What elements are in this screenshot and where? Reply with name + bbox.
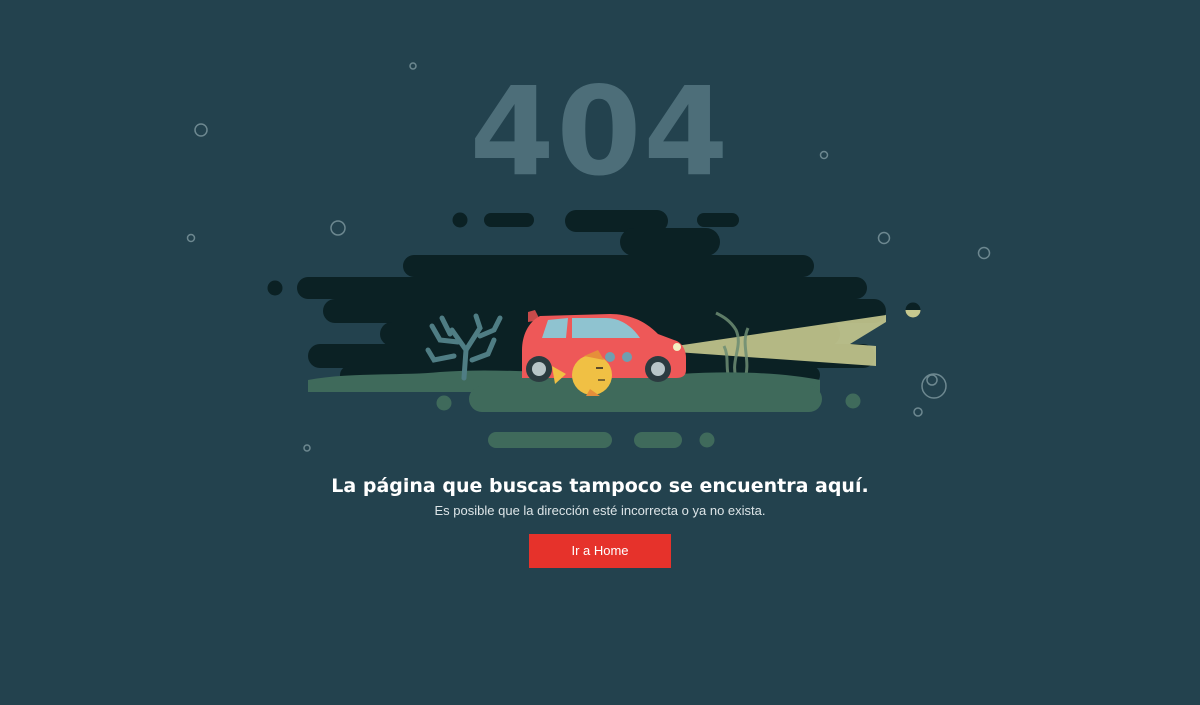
page-subtitle: Es posible que la dirección esté incorre… (434, 503, 766, 518)
error-code: 404 (469, 61, 731, 203)
page-title: La página que buscas tampoco se encuentr… (331, 475, 869, 497)
go-home-button[interactable]: Ir a Home (529, 534, 671, 568)
error-page: 404 La página que buscas tampoco se encu… (0, 0, 1200, 705)
